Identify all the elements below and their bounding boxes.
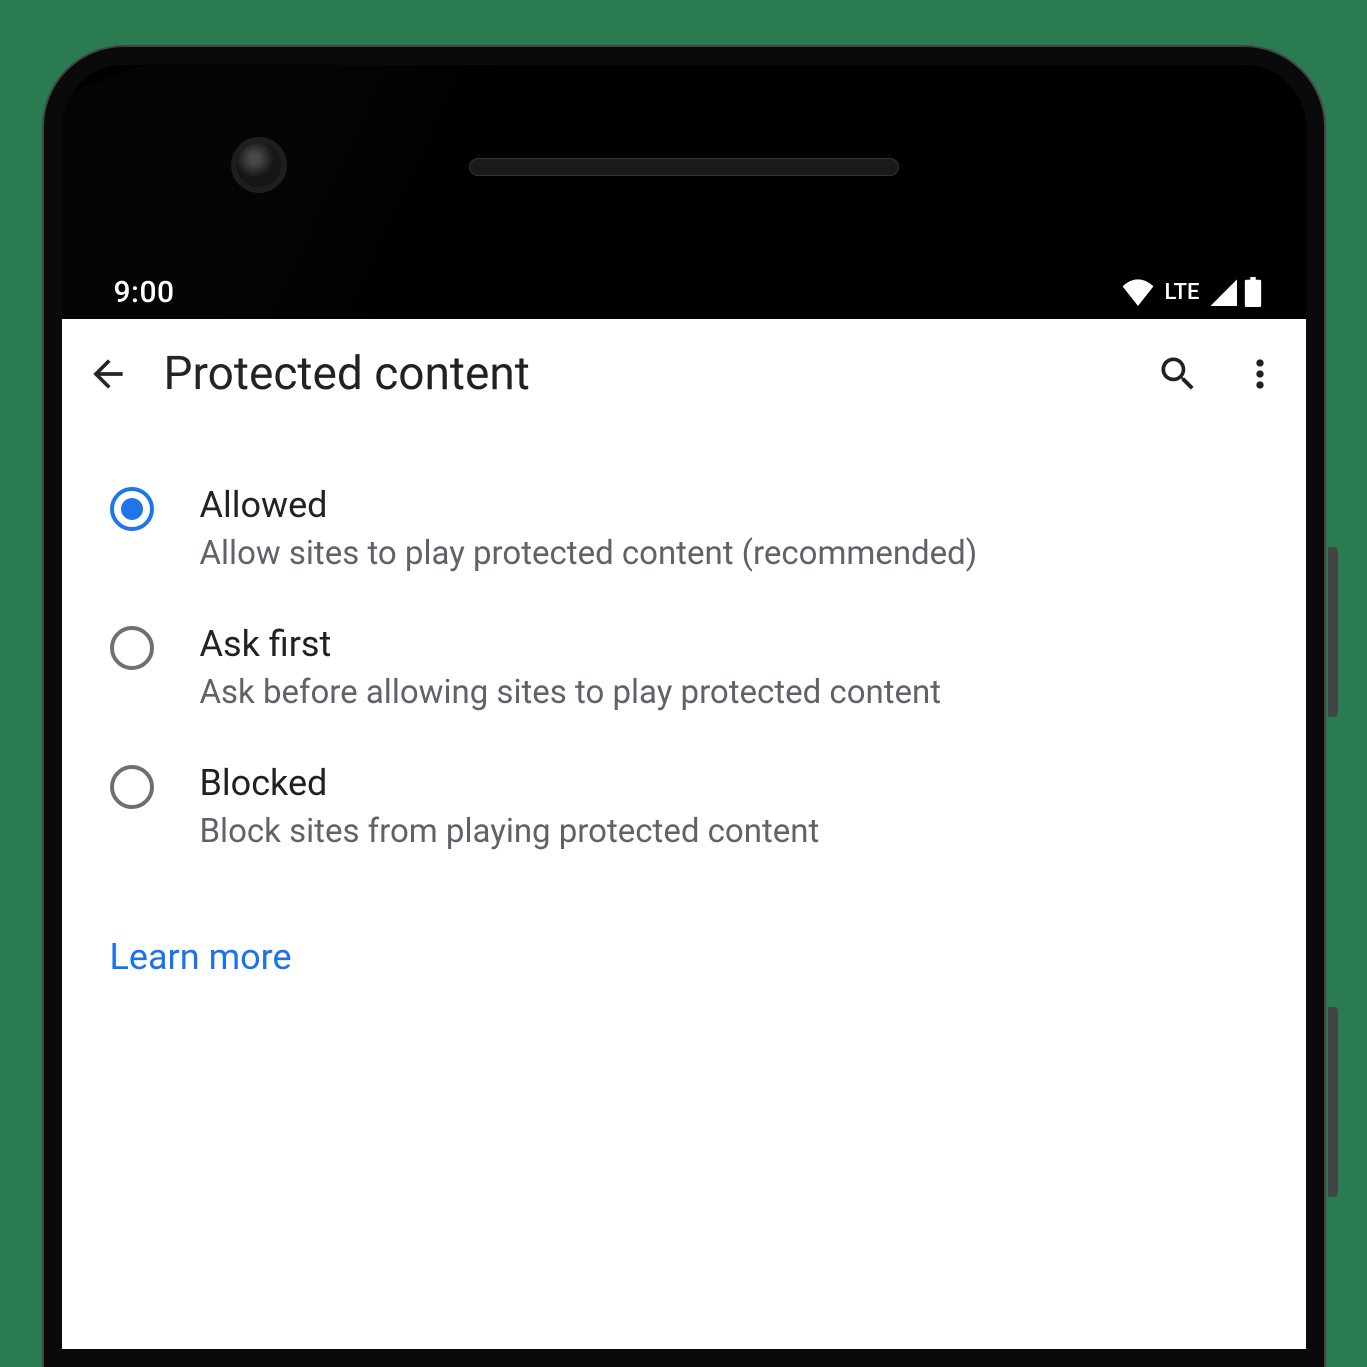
wifi-icon bbox=[1120, 278, 1156, 306]
app-bar: Protected content bbox=[62, 319, 1306, 429]
device-side-button bbox=[1328, 1007, 1338, 1197]
option-title: Ask first bbox=[200, 620, 1258, 669]
status-icons: LTE bbox=[1120, 277, 1261, 307]
radio-icon bbox=[110, 626, 154, 670]
camera-lens bbox=[237, 143, 281, 187]
learn-more-link[interactable]: Learn more bbox=[110, 936, 292, 978]
network-label: LTE bbox=[1164, 280, 1199, 305]
more-vert-icon bbox=[1238, 352, 1282, 396]
status-bar: 9:00 LTE bbox=[62, 265, 1306, 319]
speaker-grille bbox=[469, 158, 899, 176]
device-frame: 9:00 LTE Protected content bbox=[44, 47, 1324, 1367]
radio-icon bbox=[110, 487, 154, 531]
battery-icon bbox=[1244, 277, 1262, 307]
status-time: 9:00 bbox=[114, 275, 175, 310]
page-title: Protected content bbox=[164, 347, 1122, 401]
screen: Protected content Allowed Allow sites to… bbox=[62, 319, 1306, 1349]
content-area: Allowed Allow sites to play protected co… bbox=[62, 429, 1306, 978]
radio-icon bbox=[110, 765, 154, 809]
signal-icon bbox=[1208, 278, 1238, 306]
device-side-button bbox=[1328, 547, 1338, 717]
more-button[interactable] bbox=[1234, 348, 1286, 400]
back-button[interactable] bbox=[82, 348, 134, 400]
arrow-back-icon bbox=[86, 352, 130, 396]
option-desc: Ask before allowing sites to play protec… bbox=[200, 671, 1258, 716]
search-icon bbox=[1156, 352, 1200, 396]
option-ask-first[interactable]: Ask first Ask before allowing sites to p… bbox=[110, 598, 1258, 737]
option-allowed[interactable]: Allowed Allow sites to play protected co… bbox=[110, 459, 1258, 598]
option-desc: Allow sites to play protected content (r… bbox=[200, 532, 1258, 577]
option-desc: Block sites from playing protected conte… bbox=[200, 810, 1258, 855]
option-title: Allowed bbox=[200, 481, 1258, 530]
search-button[interactable] bbox=[1152, 348, 1204, 400]
option-title: Blocked bbox=[200, 759, 1258, 808]
option-blocked[interactable]: Blocked Block sites from playing protect… bbox=[110, 737, 1258, 876]
device-inner: 9:00 LTE Protected content bbox=[62, 65, 1306, 1349]
